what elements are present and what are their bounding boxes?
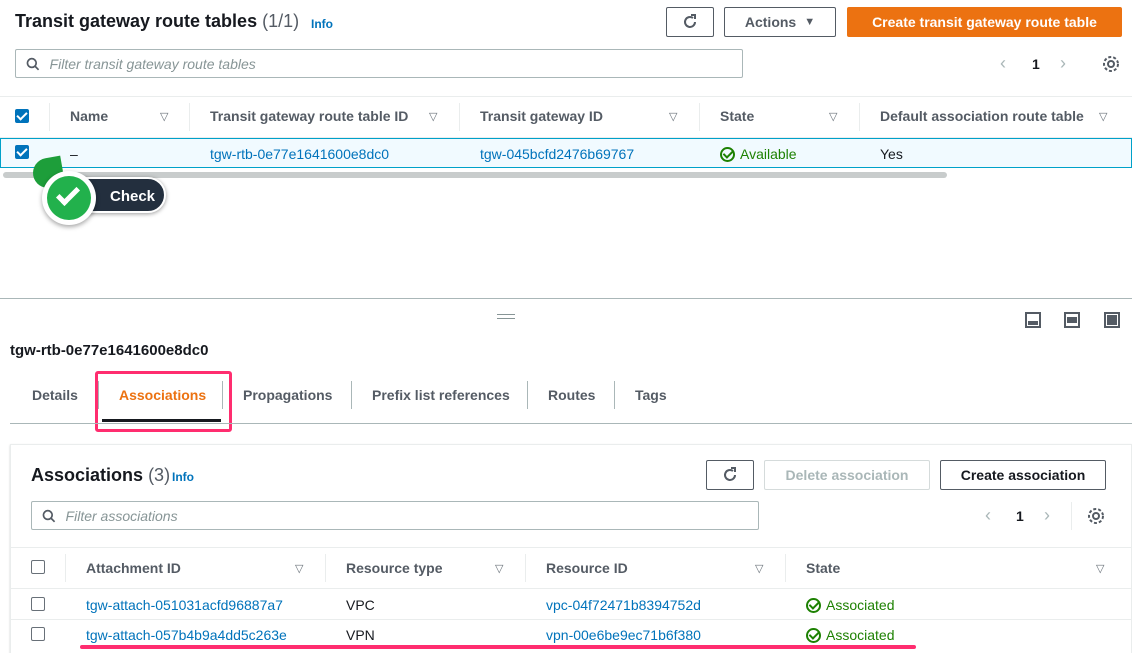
row-state-label: Available	[740, 146, 797, 162]
actions-button[interactable]: Actions ▼	[724, 7, 836, 37]
sort-icon[interactable]: ▽	[429, 110, 437, 123]
row-checkbox[interactable]	[15, 145, 29, 159]
panel-full-icon[interactable]	[1104, 312, 1120, 328]
gear-icon	[1103, 56, 1119, 72]
column-state[interactable]: State	[806, 560, 840, 576]
associations-search[interactable]	[31, 501, 759, 530]
column-name[interactable]: Name	[70, 108, 108, 124]
associations-title: Associations (3)	[31, 465, 170, 486]
associations-pagination-prev[interactable]: ‹	[985, 505, 991, 526]
associations-select-all-checkbox[interactable]	[31, 560, 45, 574]
actions-label: Actions	[744, 14, 797, 30]
gear-icon	[1088, 508, 1104, 524]
check-callout-label: Check	[110, 188, 156, 205]
tab-tags[interactable]: Tags	[635, 387, 667, 403]
row-resource-type: VPC	[346, 597, 375, 613]
column-attachment-id[interactable]: Attachment ID	[86, 560, 181, 576]
split-divider[interactable]	[0, 298, 1132, 299]
page-title: Transit gateway route tables (1/1)	[15, 11, 299, 32]
column-resource-id[interactable]: Resource ID	[546, 560, 628, 576]
sort-icon[interactable]: ▽	[669, 110, 677, 123]
sort-icon[interactable]: ▽	[1096, 562, 1104, 575]
pagination-next[interactable]: ›	[1060, 53, 1066, 74]
row-state-label: Associated	[826, 597, 895, 613]
page-title-text: Transit gateway route tables	[15, 11, 258, 31]
row-state: Available	[720, 146, 797, 162]
row-attachment-id[interactable]: tgw-attach-051031acfd96887a7	[86, 597, 283, 613]
caret-down-icon: ▼	[804, 16, 816, 28]
create-association-label: Create association	[960, 467, 1086, 483]
sort-icon[interactable]: ▽	[295, 562, 303, 575]
check-circle-icon	[720, 146, 735, 162]
row-resource-type: VPN	[346, 627, 375, 643]
row-name: –	[70, 146, 78, 162]
route-table-search[interactable]	[15, 49, 743, 78]
column-resource-type[interactable]: Resource type	[346, 560, 442, 576]
column-state[interactable]: State	[720, 108, 754, 124]
create-route-table-button[interactable]: Create transit gateway route table	[847, 7, 1122, 37]
row-attachment-id[interactable]: tgw-attach-057b4b9a4dd5c263e	[86, 627, 287, 643]
column-route-table-id[interactable]: Transit gateway route table ID	[210, 108, 408, 124]
row-state-label: Associated	[826, 627, 895, 643]
column-tgw-id[interactable]: Transit gateway ID	[480, 108, 603, 124]
refresh-button[interactable]	[666, 7, 714, 37]
create-association-button[interactable]: Create association	[940, 460, 1106, 490]
check-circle-icon	[806, 627, 821, 643]
search-icon	[42, 509, 56, 522]
panel-bottom-icon[interactable]	[1025, 312, 1041, 328]
row-state: Associated	[806, 597, 894, 613]
sort-icon[interactable]: ▽	[755, 562, 763, 575]
associations-pagination-next[interactable]: ›	[1044, 505, 1050, 526]
tab-routes[interactable]: Routes	[548, 387, 595, 403]
row-default-association: Yes	[880, 146, 903, 162]
tab-details[interactable]: Details	[32, 387, 78, 403]
create-route-table-label: Create transit gateway route table	[872, 14, 1097, 30]
search-icon	[26, 57, 40, 70]
associations-count: (3)	[148, 465, 171, 485]
delete-association-label: Delete association	[785, 467, 909, 483]
row-tgw-id[interactable]: tgw-045bcfd2476b69767	[480, 146, 634, 162]
associations-settings-button[interactable]	[1087, 507, 1105, 528]
sort-icon[interactable]: ▽	[495, 562, 503, 575]
settings-button[interactable]	[1102, 55, 1120, 76]
associations-refresh-button[interactable]	[706, 460, 754, 490]
info-link[interactable]: Info	[311, 17, 333, 31]
tabs-divider	[10, 423, 1132, 424]
associations-pagination-page[interactable]: 1	[1016, 508, 1024, 524]
row-route-table-id[interactable]: tgw-rtb-0e77e1641600e8dc0	[210, 146, 389, 162]
row-resource-id[interactable]: vpc-04f72471b8394752d	[546, 597, 701, 613]
route-table-search-input[interactable]	[49, 55, 742, 72]
row-checkbox[interactable]	[31, 597, 45, 611]
row-highlight-underline	[80, 645, 916, 649]
check-circle-icon	[42, 171, 96, 225]
sort-icon[interactable]: ▽	[829, 110, 837, 123]
select-all-checkbox[interactable]	[15, 109, 29, 123]
sort-icon[interactable]: ▽	[160, 110, 168, 123]
sort-icon[interactable]: ▽	[1099, 110, 1107, 123]
delete-association-button[interactable]: Delete association	[764, 460, 930, 490]
row-state: Associated	[806, 627, 894, 643]
drag-handle-icon[interactable]	[497, 314, 515, 319]
pagination-prev[interactable]: ‹	[1000, 53, 1006, 74]
refresh-icon	[684, 14, 696, 28]
column-default-association[interactable]: Default association route table	[880, 108, 1084, 124]
panel-side-icon[interactable]	[1064, 312, 1080, 328]
page-title-count: (1/1)	[262, 11, 300, 31]
associations-search-input[interactable]	[65, 507, 758, 524]
tab-propagations[interactable]: Propagations	[243, 387, 332, 403]
detail-heading: tgw-rtb-0e77e1641600e8dc0	[10, 342, 209, 359]
associations-info-link[interactable]: Info	[172, 470, 194, 484]
associations-title-text: Associations	[31, 465, 144, 485]
row-checkbox[interactable]	[31, 627, 45, 641]
pagination-page[interactable]: 1	[1032, 56, 1040, 72]
refresh-icon	[724, 467, 736, 481]
check-circle-icon	[806, 597, 821, 613]
tab-prefix-list-references[interactable]: Prefix list references	[372, 387, 510, 403]
row-resource-id[interactable]: vpn-00e6be9ec71b6f380	[546, 627, 701, 643]
